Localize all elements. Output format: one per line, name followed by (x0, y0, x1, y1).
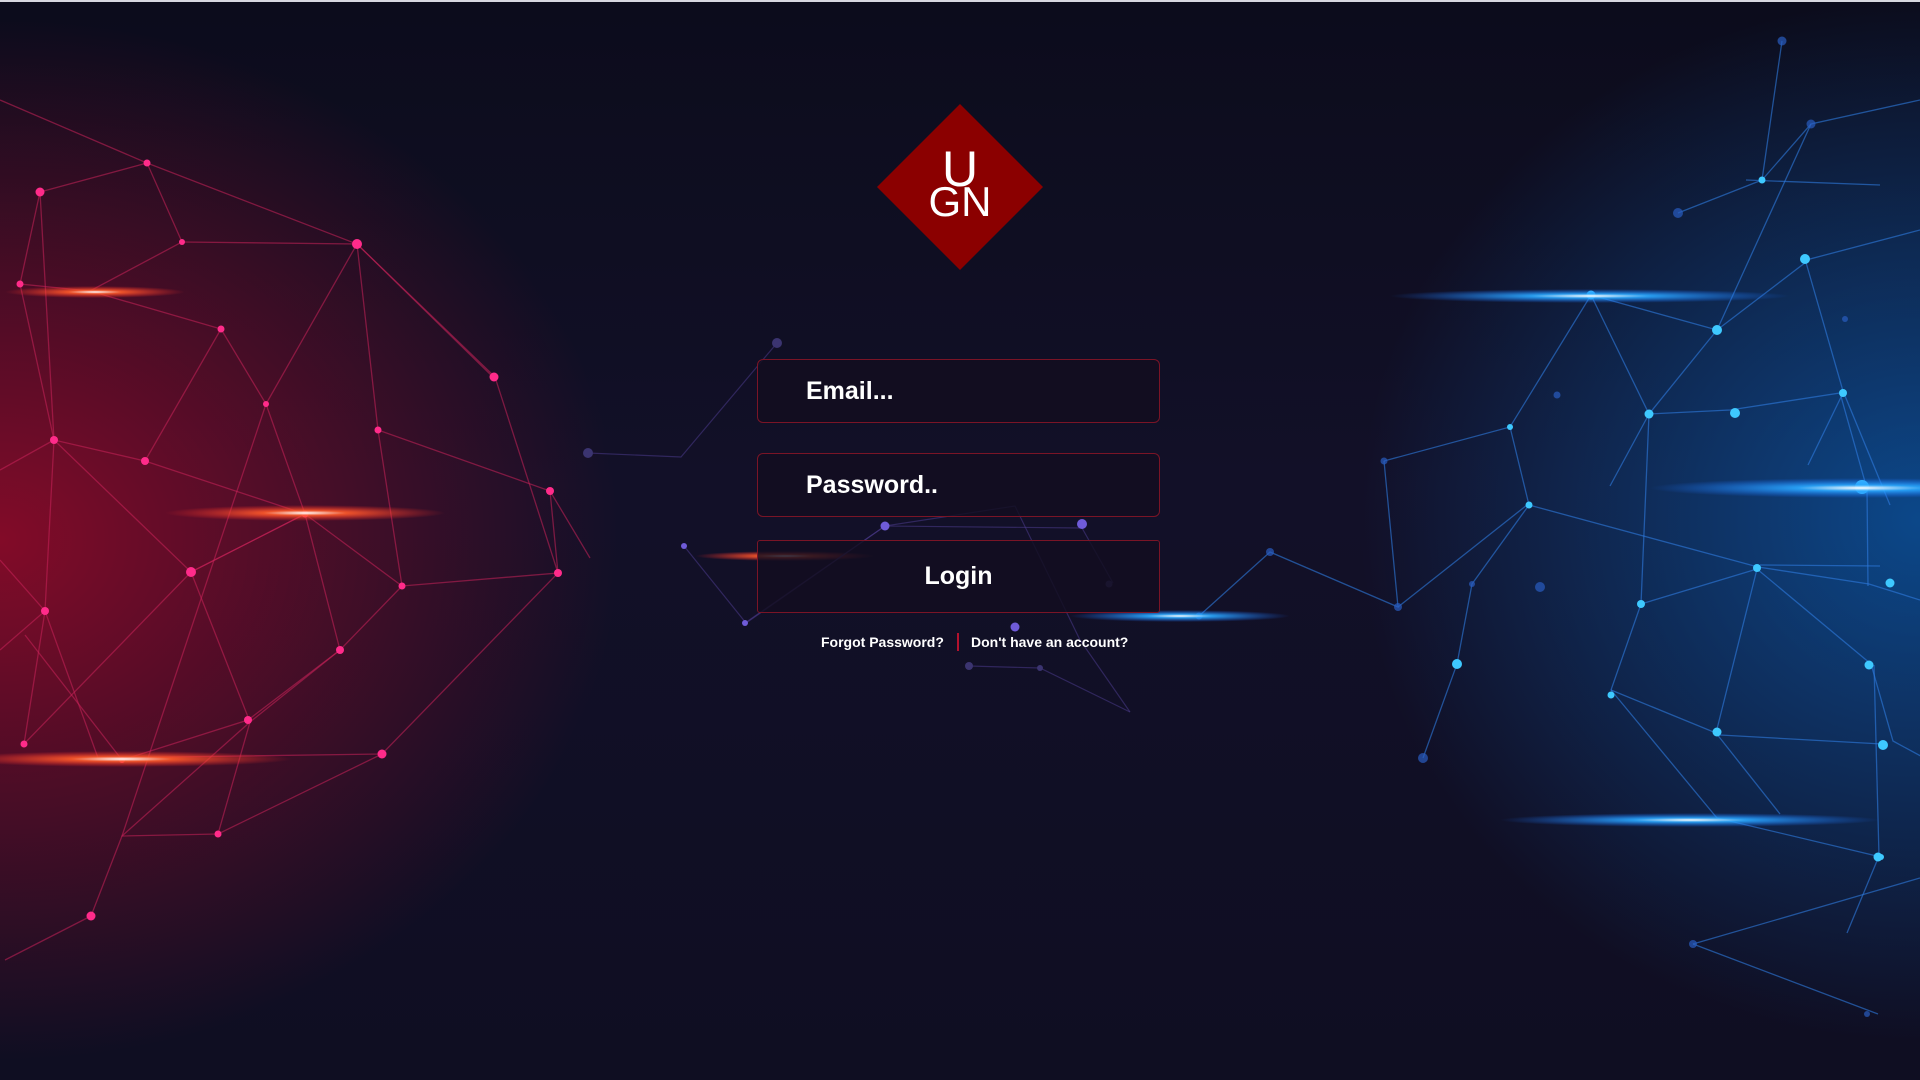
signup-link[interactable]: Don't have an account? (971, 634, 1128, 650)
ugn-diamond-logo: U GN (877, 104, 1043, 270)
password-input[interactable] (757, 453, 1160, 517)
account-links: Forgot Password? Don't have an account? (757, 633, 1160, 654)
right-light-streaks (1070, 289, 1920, 827)
login-page: U GN Login Forgot Password? Don't have a… (0, 0, 1920, 1080)
left-network (0, 99, 591, 961)
login-button[interactable]: Login (757, 540, 1160, 613)
forgot-password-link[interactable]: Forgot Password? (821, 634, 944, 650)
right-network (1198, 40, 1920, 1015)
left-light-streaks (0, 286, 875, 767)
logo-line-2: GN (929, 178, 992, 225)
email-input[interactable] (757, 359, 1160, 423)
links-divider (957, 633, 959, 651)
